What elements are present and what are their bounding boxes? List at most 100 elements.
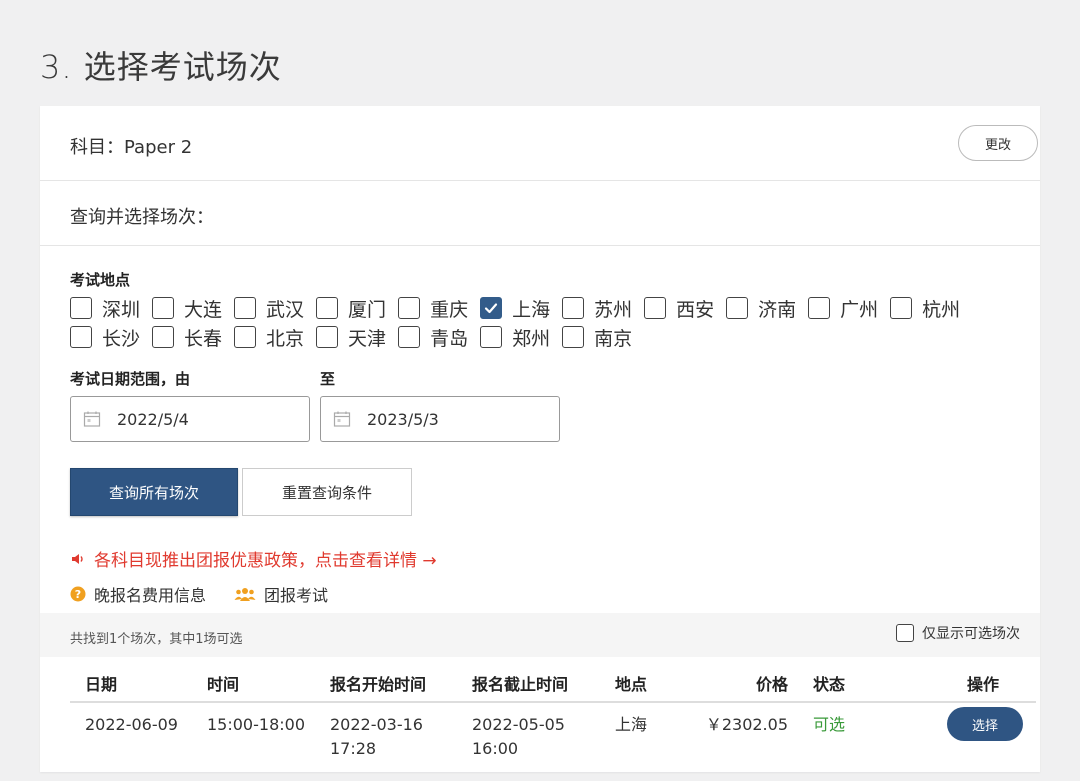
- cell-reg-end-time: 16:00: [472, 739, 519, 758]
- table-header: 日期 时间 报名开始时间 报名截止时间 地点 价格 状态 操作: [70, 657, 1036, 703]
- date-from-value: 2022/5/4: [117, 409, 189, 429]
- city-option[interactable]: 重庆: [398, 295, 468, 322]
- header-location: 地点: [615, 675, 648, 694]
- city-option[interactable]: 上海: [480, 295, 550, 322]
- city-checkbox[interactable]: [316, 297, 339, 319]
- header-date: 日期: [85, 675, 118, 694]
- cell-status: 可选: [813, 715, 846, 734]
- subject-row: 科目：Paper 2 更改: [40, 106, 1040, 181]
- header-reg-start: 报名开始时间: [330, 675, 427, 694]
- city-label: 上海: [512, 298, 551, 321]
- city-option[interactable]: 大连: [152, 295, 222, 322]
- only-available-toggle[interactable]: 仅显示可选场次: [896, 623, 1020, 643]
- results-summary-text: 共找到1个场次，其中1场可选: [70, 632, 243, 647]
- speaker-icon: [72, 553, 83, 564]
- city-option[interactable]: 青岛: [398, 324, 468, 351]
- cell-reg-end: 2022-05-05 16:00: [472, 713, 565, 761]
- cell-price: ￥2302.05: [705, 715, 788, 734]
- select-session-button[interactable]: 选择: [947, 707, 1023, 741]
- group-discount-promo-link[interactable]: 各科目现推出团报优惠政策，点击查看详情 →: [70, 546, 437, 571]
- group-exam-label: 团报考试: [264, 586, 329, 605]
- city-label: 北京: [266, 327, 305, 350]
- change-subject-button[interactable]: 更改: [958, 125, 1038, 161]
- only-available-checkbox[interactable]: [896, 624, 914, 642]
- city-option[interactable]: 广州: [808, 295, 878, 322]
- city-checkbox[interactable]: [480, 297, 503, 319]
- page-title: 3. 选择考试场次: [40, 48, 282, 86]
- city-label: 济南: [758, 298, 797, 321]
- city-label: 天津: [348, 327, 387, 350]
- results-summary-bar: 共找到1个场次，其中1场可选 仅显示可选场次: [40, 613, 1040, 657]
- city-checkbox[interactable]: [152, 326, 175, 348]
- city-option[interactable]: 厦门: [316, 295, 386, 322]
- city-label: 青岛: [430, 327, 469, 350]
- date-to-input[interactable]: 2023/5/3: [320, 396, 560, 442]
- city-option[interactable]: 长沙: [70, 324, 140, 351]
- city-option[interactable]: 武汉: [234, 295, 304, 322]
- city-checkbox[interactable]: [70, 326, 92, 348]
- checkmark-icon: [484, 303, 498, 314]
- city-checkbox[interactable]: [70, 297, 92, 319]
- query-label: 查询并选择场次：: [70, 207, 214, 228]
- city-checkbox[interactable]: [316, 326, 339, 348]
- date-from-input[interactable]: 2022/5/4: [70, 396, 310, 442]
- city-label: 苏州: [594, 298, 633, 321]
- date-from-label: 考试日期范围，由: [70, 370, 191, 388]
- city-option[interactable]: 郑州: [480, 324, 550, 351]
- late-fee-info-link[interactable]: ? 晚报名费用信息: [70, 582, 206, 606]
- city-option[interactable]: 济南: [726, 295, 796, 322]
- group-users-icon: [234, 588, 256, 601]
- subject-label: 科目：Paper 2: [70, 137, 193, 158]
- city-option[interactable]: 北京: [234, 324, 304, 351]
- svg-text:?: ?: [75, 588, 81, 601]
- city-checkbox[interactable]: [480, 326, 503, 348]
- info-links: ? 晚报名费用信息 团报考试: [70, 582, 356, 606]
- city-checkbox[interactable]: [234, 326, 257, 348]
- city-checkbox[interactable]: [152, 297, 175, 319]
- city-option[interactable]: 杭州: [890, 295, 960, 322]
- header-action: 操作: [967, 675, 1000, 694]
- reset-query-button[interactable]: 重置查询条件: [242, 468, 412, 516]
- cell-location: 上海: [615, 715, 648, 734]
- query-row: 查询并选择场次：: [40, 181, 1040, 246]
- cell-date: 2022-06-09: [85, 715, 178, 734]
- promo-text: 各科目现推出团报优惠政策，点击查看详情 →: [94, 551, 437, 571]
- city-option[interactable]: 西安: [644, 295, 714, 322]
- city-checkbox[interactable]: [726, 297, 749, 319]
- city-checkbox[interactable]: [890, 297, 913, 319]
- cell-reg-start: 2022-03-16 17:28: [330, 713, 423, 761]
- city-option[interactable]: 天津: [316, 324, 386, 351]
- date-to-value: 2023/5/3: [367, 409, 439, 429]
- session-selection-card: 科目：Paper 2 更改 查询并选择场次： 考试地点 深圳 大连 武汉 厦门 重庆 上海…: [40, 106, 1040, 772]
- city-checkbox[interactable]: [398, 326, 421, 348]
- date-to-label: 至: [320, 370, 336, 388]
- city-label: 武汉: [266, 298, 305, 321]
- city-option[interactable]: 深圳: [70, 295, 140, 322]
- city-label: 厦门: [348, 298, 387, 321]
- city-label: 杭州: [922, 298, 961, 321]
- header-time: 时间: [207, 675, 240, 694]
- city-option[interactable]: 苏州: [562, 295, 632, 322]
- table-row: 2022-06-09 15:00-18:00 2022-03-16 17:28 …: [70, 703, 1036, 771]
- city-checkbox[interactable]: [808, 297, 831, 319]
- city-checkbox-row-2: 长沙 长春 北京 天津 青岛 郑州 南京: [70, 324, 644, 350]
- city-option[interactable]: 长春: [152, 324, 222, 351]
- city-checkbox[interactable]: [644, 297, 667, 319]
- cell-reg-end-date: 2022-05-05: [472, 715, 565, 734]
- header-reg-end: 报名截止时间: [472, 675, 569, 694]
- city-checkbox[interactable]: [562, 297, 585, 319]
- calendar-icon: [333, 411, 351, 427]
- city-checkbox[interactable]: [562, 326, 585, 348]
- city-label: 广州: [840, 298, 879, 321]
- city-label: 深圳: [102, 298, 141, 321]
- city-checkbox[interactable]: [234, 297, 257, 319]
- city-label: 重庆: [430, 298, 469, 321]
- city-option[interactable]: 南京: [562, 324, 632, 351]
- city-label: 郑州: [512, 327, 551, 350]
- group-exam-link[interactable]: 团报考试: [234, 582, 328, 606]
- city-label: 大连: [184, 298, 223, 321]
- cell-reg-start-time: 17:28: [330, 739, 377, 758]
- header-status: 状态: [813, 675, 846, 694]
- search-all-sessions-button[interactable]: 查询所有场次: [70, 468, 238, 516]
- city-checkbox[interactable]: [398, 297, 421, 319]
